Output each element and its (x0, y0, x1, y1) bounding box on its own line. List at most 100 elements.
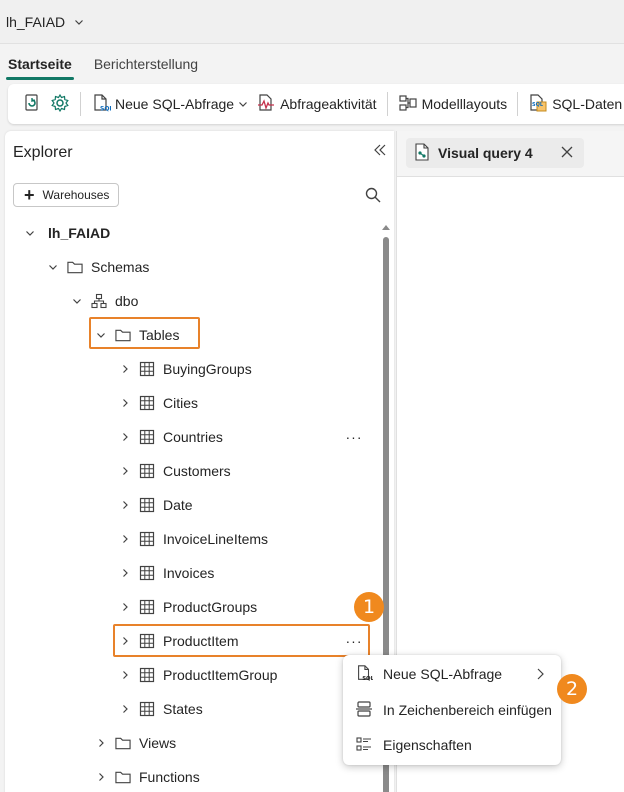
settings-button[interactable] (46, 88, 74, 120)
tree-item-table[interactable]: ProductGroups (117, 590, 257, 624)
menu-item-new-sql-query[interactable]: SQL Neue SQL-Abfrage (347, 658, 557, 690)
explorer-panel: Explorer + Warehouses lh_FAIAD Schemas d… (5, 131, 394, 792)
tree-item-functions[interactable]: Functions (93, 760, 200, 792)
plus-icon: + (24, 185, 35, 205)
chevron-right-icon[interactable] (117, 701, 133, 717)
table-icon (139, 565, 155, 581)
visual-query-icon (414, 142, 430, 164)
add-warehouses-button[interactable]: + Warehouses (13, 183, 119, 207)
collapse-panel-button[interactable] (370, 140, 390, 160)
tree-item-label: dbo (115, 293, 139, 309)
toolbar: SQL Neue SQL-Abfrage Abfrageaktivität Mo… (8, 84, 624, 124)
chevron-down-icon[interactable] (69, 293, 85, 309)
tree-item-label: Views (139, 735, 177, 751)
folder-icon (115, 769, 131, 785)
chevron-right-icon[interactable] (117, 531, 133, 547)
tree-item-label: States (163, 701, 203, 717)
chevron-right-icon[interactable] (93, 735, 109, 751)
folder-icon (67, 259, 83, 275)
model-layouts-button[interactable]: Modelllayouts (394, 88, 512, 120)
model-layout-icon (398, 93, 418, 116)
chevron-down-icon[interactable] (45, 259, 61, 275)
tree-item-label: Invoices (163, 565, 215, 581)
chevron-right-icon[interactable] (117, 667, 133, 683)
tree-item-table[interactable]: States (117, 692, 203, 726)
schema-icon (91, 293, 107, 309)
more-options-button[interactable]: ··· (344, 631, 364, 651)
query-activity-button[interactable]: Abfrageaktivität (252, 88, 381, 120)
chevron-right-icon[interactable] (117, 361, 133, 377)
table-icon (139, 599, 155, 615)
chevron-right-icon[interactable] (117, 497, 133, 513)
chevron-right-icon[interactable] (117, 463, 133, 479)
chevron-right-icon[interactable] (93, 769, 109, 785)
tree-item-label: ProductGroups (163, 599, 258, 615)
tree-item-table[interactable]: BuyingGroups (117, 352, 252, 386)
menu-item-label: In Zeichenbereich einfügen (383, 702, 552, 718)
explorer-title: Explorer (13, 144, 73, 161)
tree-item-table[interactable]: Customers (117, 454, 231, 488)
table-icon (139, 633, 155, 649)
tree-item-table[interactable]: InvoiceLineItems (117, 522, 268, 556)
search-icon[interactable] (364, 186, 382, 204)
table-icon (139, 531, 155, 547)
tree-item-label: Countries (163, 429, 223, 445)
chevron-down-icon[interactable] (73, 16, 85, 28)
add-warehouses-label: Warehouses (42, 188, 110, 202)
tree-item-schemas[interactable]: Schemas (45, 250, 149, 284)
tree-item-label: BuyingGroups (163, 361, 252, 377)
chevron-down-icon (238, 99, 248, 109)
menu-item-label: Neue SQL-Abfrage (383, 666, 503, 682)
folder-icon (115, 327, 131, 343)
menu-item-properties[interactable]: Eigenschaften (347, 729, 557, 761)
table-icon (139, 395, 155, 411)
double-chevron-left-icon (374, 144, 386, 156)
title-bar: lh_FAIAD (0, 0, 624, 44)
tree-item-label: Tables (139, 327, 180, 343)
workspace-title[interactable]: lh_FAIAD (6, 14, 65, 30)
close-icon[interactable] (560, 145, 574, 159)
menu-item-insert-into-canvas[interactable]: In Zeichenbereich einfügen (347, 694, 557, 726)
tab-berichterstellung[interactable]: Berichterstellung (88, 56, 204, 80)
chevron-down-icon[interactable] (22, 225, 38, 241)
chevron-right-icon[interactable] (117, 395, 133, 411)
tab-visual-query-4[interactable]: Visual query 4 (406, 138, 584, 168)
table-icon (139, 667, 155, 683)
tree-item-table[interactable]: ProductItemGroup (117, 658, 277, 692)
more-options-button[interactable]: ··· (344, 427, 364, 447)
tree-item-label: lh_FAIAD (48, 225, 111, 241)
folder-icon (115, 735, 131, 751)
toolbar-divider (386, 92, 388, 116)
tree-item-table[interactable]: Date (117, 488, 193, 522)
chevron-down-icon[interactable] (93, 327, 109, 343)
tree-item-table-productitem[interactable]: ProductItem (117, 624, 238, 658)
tree-item-table[interactable]: Cities (117, 386, 198, 420)
tree-item-views[interactable]: Views (93, 726, 176, 760)
tree-item-label: ProductItemGroup (163, 667, 278, 683)
chevron-right-icon (533, 667, 547, 681)
properties-icon (355, 735, 373, 756)
tab-label: Visual query 4 (438, 145, 533, 161)
tree-item-lakehouse[interactable]: lh_FAIAD (22, 216, 110, 250)
ribbon-tabs: Startseite Berichterstellung (0, 44, 624, 80)
tree-item-tables[interactable]: Tables (93, 318, 179, 352)
refresh-icon (22, 93, 42, 116)
sql-file-icon: SQL (91, 93, 113, 116)
table-icon (139, 701, 155, 717)
tree-item-label: Date (163, 497, 193, 513)
tree-item-table[interactable]: Invoices (117, 556, 214, 590)
refresh-button[interactable] (18, 88, 46, 120)
chevron-right-icon[interactable] (117, 429, 133, 445)
menu-item-label: Eigenschaften (383, 737, 472, 753)
model-layouts-label: Modelllayouts (421, 96, 508, 112)
tab-startseite[interactable]: Startseite (2, 56, 78, 80)
chevron-right-icon[interactable] (117, 633, 133, 649)
scroll-up-arrow-icon[interactable] (382, 225, 390, 230)
chevron-right-icon[interactable] (117, 599, 133, 615)
tree-item-label: Functions (139, 769, 200, 785)
tree-item-table[interactable]: Countries (117, 420, 223, 454)
new-sql-query-button[interactable]: SQL Neue SQL-Abfrage (87, 88, 252, 120)
sql-endpoint-button[interactable]: SQL SQL-Daten (524, 88, 624, 120)
chevron-right-icon[interactable] (117, 565, 133, 581)
tree-item-dbo[interactable]: dbo (69, 284, 138, 318)
